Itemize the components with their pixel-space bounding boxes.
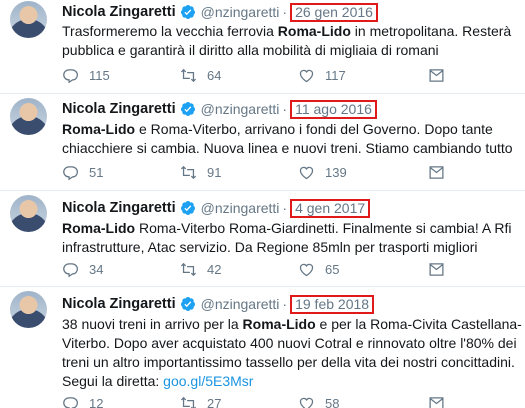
tweet-header: Nicola Zingaretti @nzingaretti · 26 gen …: [62, 2, 378, 22]
avatar[interactable]: [10, 291, 47, 328]
tweet-date[interactable]: 26 gen 2016: [290, 2, 378, 22]
avatar[interactable]: [10, 195, 47, 232]
retweet-icon: [180, 68, 197, 82]
retweet-button[interactable]: 64: [180, 67, 221, 84]
direct-message-icon: [429, 68, 444, 82]
text-bold-segment: Roma-Lido: [277, 23, 351, 39]
verified-badge-icon: [180, 5, 195, 19]
text-segment: 38 nuovi treni in arrivo per la: [62, 316, 243, 332]
reply-count: 115: [89, 67, 110, 83]
separator-dot: ·: [282, 4, 288, 20]
direct-message-button[interactable]: [428, 395, 445, 408]
text-segment: Trasformeremo la vecchia ferrovia: [62, 23, 278, 39]
like-count: 139: [325, 164, 347, 180]
text-bold-segment: Roma-Lido: [62, 220, 136, 236]
author-name[interactable]: Nicola Zingaretti: [62, 200, 176, 216]
reply-button[interactable]: 12: [62, 395, 103, 408]
reply-count: 34: [89, 261, 104, 277]
author-handle[interactable]: @nzingaretti: [201, 101, 280, 117]
like-button[interactable]: 65: [298, 261, 339, 278]
reply-icon: [63, 165, 79, 180]
like-button[interactable]: 117: [298, 67, 346, 84]
like-button[interactable]: 58: [298, 395, 339, 408]
retweet-button[interactable]: 91: [180, 164, 221, 181]
tweet-date[interactable]: 19 feb 2018: [290, 294, 375, 314]
reply-count: 12: [89, 395, 104, 408]
author-handle[interactable]: @nzingaretti: [201, 200, 280, 216]
direct-message-button[interactable]: [428, 164, 445, 181]
retweet-button[interactable]: 42: [180, 261, 221, 278]
tweet-text: Roma-Lido Roma-Viterbo Roma-Giardinetti.…: [62, 219, 522, 257]
retweet-icon: [180, 396, 197, 408]
direct-message-button[interactable]: [428, 67, 445, 84]
like-icon: [299, 397, 314, 408]
author-handle[interactable]: @nzingaretti: [201, 4, 280, 20]
reply-button[interactable]: 34: [62, 261, 103, 278]
separator-dot: ·: [282, 296, 288, 312]
separator-dot: ·: [282, 200, 288, 216]
reply-icon: [63, 68, 79, 83]
retweet-count: 64: [207, 67, 222, 83]
reply-icon: [63, 396, 79, 408]
author-handle[interactable]: @nzingaretti: [201, 296, 280, 312]
tweet-date[interactable]: 4 gen 2017: [290, 198, 371, 218]
tweet-header: Nicola Zingaretti @nzingaretti · 11 ago …: [62, 99, 377, 119]
tweet-link[interactable]: goo.gl/5E3Msr: [163, 373, 253, 389]
avatar[interactable]: [10, 1, 47, 38]
retweet-button[interactable]: 27: [180, 395, 221, 408]
author-name[interactable]: Nicola Zingaretti: [62, 4, 176, 20]
like-icon: [299, 166, 314, 179]
tweet-header: Nicola Zingaretti @nzingaretti · 19 feb …: [62, 294, 375, 314]
like-icon: [299, 69, 314, 82]
retweet-icon: [180, 165, 197, 179]
direct-message-icon: [429, 165, 444, 179]
text-bold-segment: Roma-Lido: [242, 316, 316, 332]
tweet-text: 38 nuovi treni in arrivo per la Roma-Lid…: [62, 315, 522, 391]
retweet-count: 42: [207, 261, 222, 277]
retweet-icon: [180, 262, 197, 276]
tweet[interactable]: Nicola Zingaretti @nzingaretti · 4 gen 2…: [0, 191, 525, 287]
author-name[interactable]: Nicola Zingaretti: [62, 101, 176, 117]
like-button[interactable]: 139: [298, 164, 347, 181]
direct-message-icon: [429, 396, 444, 408]
tweet[interactable]: Nicola Zingaretti @nzingaretti · 26 gen …: [0, 0, 525, 94]
reply-count: 51: [89, 164, 104, 180]
like-count: 65: [325, 261, 340, 277]
tweet[interactable]: Nicola Zingaretti @nzingaretti · 11 ago …: [0, 94, 525, 191]
like-icon: [299, 263, 314, 276]
avatar[interactable]: [10, 98, 47, 135]
text-bold-segment: Roma-Lido: [62, 121, 136, 137]
verified-badge-icon: [180, 297, 195, 311]
tweet-text: Trasformeremo la vecchia ferrovia Roma-L…: [62, 22, 522, 60]
author-name[interactable]: Nicola Zingaretti: [62, 296, 176, 312]
like-count: 58: [325, 395, 340, 408]
reply-button[interactable]: 115: [62, 67, 110, 84]
retweet-count: 27: [207, 395, 222, 408]
direct-message-icon: [429, 262, 444, 276]
tweet-header: Nicola Zingaretti @nzingaretti · 4 gen 2…: [62, 198, 371, 218]
separator-dot: ·: [282, 101, 288, 117]
direct-message-button[interactable]: [428, 261, 445, 278]
like-count: 117: [325, 67, 346, 83]
reply-icon: [63, 262, 79, 277]
retweet-count: 91: [207, 164, 222, 180]
tweet-date[interactable]: 11 ago 2016: [290, 99, 377, 119]
verified-badge-icon: [180, 102, 195, 116]
reply-button[interactable]: 51: [62, 164, 103, 181]
tweet-text: Roma-Lido e Roma-Viterbo, arrivano i fon…: [62, 120, 522, 158]
verified-badge-icon: [180, 201, 195, 215]
tweet[interactable]: Nicola Zingaretti @nzingaretti · 19 feb …: [0, 287, 525, 408]
